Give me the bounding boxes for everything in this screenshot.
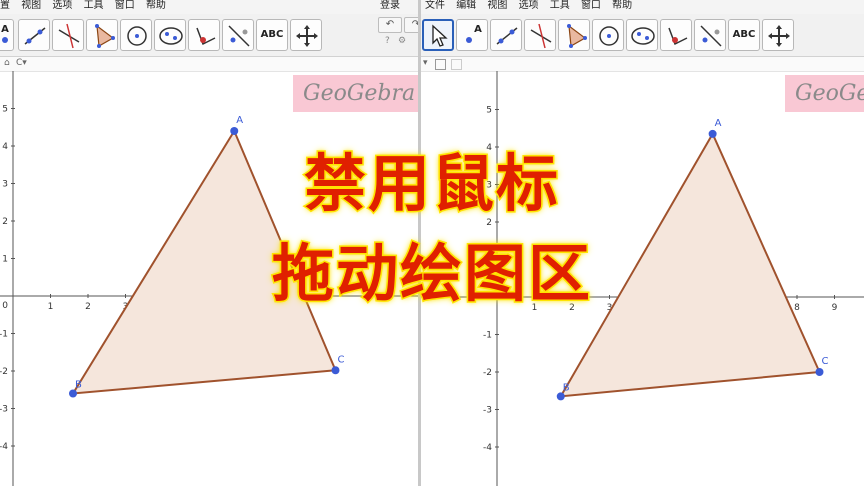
vertex-point [230,127,239,135]
right-brand-label: GeoGebra [785,75,864,112]
tool-point[interactable]: A [456,19,488,51]
circle-icon [599,26,619,46]
menu-item-options[interactable]: 选项 [519,0,539,12]
vertex-point [708,129,717,138]
tool-line[interactable] [18,19,50,51]
tool-polygon[interactable] [86,19,118,51]
reflect-icon [228,25,250,47]
select-arrow-icon [432,24,448,47]
left-style-bar: ⌂ C▾ [0,57,418,72]
left-brand-label: GeoGebra [293,75,418,112]
menu-item-options[interactable]: 选项 [52,0,72,12]
text-icon: ABC [732,29,756,40]
left-toolbar: A ABC ↶ ↷ ? ⚙ [0,14,418,57]
checkbox-icon[interactable] [435,59,446,70]
tool-select[interactable] [422,19,454,51]
vertex-label: B [75,380,82,391]
tool-reflect[interactable] [222,19,254,51]
login-link[interactable]: 登录 [380,0,400,12]
dropdown-icon[interactable]: ▾ [423,58,428,68]
y-tick-label: -2 [0,367,8,377]
y-tick-label: -1 [0,330,8,340]
perpendicular-icon [58,23,80,49]
line-icon [496,27,518,45]
tool-line[interactable] [490,19,522,51]
move-graphics-icon [768,25,790,47]
move-graphics-icon [296,25,318,47]
vertex-point [815,368,824,376]
menu-item-window[interactable]: 窗口 [581,0,601,12]
right-toolbar: A ABC [421,14,864,57]
vertex-label: A [236,115,243,126]
menu-item-settings[interactable]: 置 [0,0,10,12]
tool-text[interactable]: ABC [728,19,760,51]
grid-icon[interactable] [451,59,462,70]
menu-item-tools[interactable]: 工具 [84,0,104,12]
view-menu-icon[interactable]: C▾ [16,58,27,68]
reflect-icon [700,25,722,47]
ellipse-icon [631,27,655,45]
tool-ellipse[interactable] [154,19,186,51]
text-icon: ABC [260,29,284,40]
vertex-point [69,389,77,398]
perpendicular-icon [530,23,552,49]
y-tick-label: -3 [483,406,492,416]
tool-point[interactable]: A [0,19,14,51]
help-icon[interactable]: ? [385,36,390,46]
menu-item-view[interactable]: 视图 [487,0,507,12]
y-tick-label: -2 [483,368,492,378]
angle-icon [196,27,216,46]
right-menubar: 文件 编辑 视图 选项 工具 窗口 帮助 [421,0,864,14]
y-tick-label: -1 [483,331,492,341]
polygon-icon [567,24,587,48]
menu-item-window[interactable]: 窗口 [115,0,135,12]
overlay-caption-line-2: 拖动绘图区 [270,236,592,311]
tool-angle[interactable] [188,19,220,51]
overlay-caption-line-1: 禁用鼠标 [302,146,560,221]
tool-perpendicular[interactable] [524,19,556,51]
menu-item-help[interactable]: 帮助 [146,0,166,12]
tool-reflect[interactable] [694,19,726,51]
right-style-bar: ▾ [421,57,864,72]
y-tick-label: 5 [2,105,8,115]
vertex-label: A [715,118,722,129]
line-icon [24,27,46,45]
menu-item-file[interactable]: 文件 [425,0,445,12]
redo-button[interactable]: ↷ [404,17,418,33]
y-tick-label: -4 [483,443,492,453]
undo-button[interactable]: ↶ [378,17,402,33]
vertex-label: C [338,354,345,365]
tool-angle[interactable] [660,19,692,51]
vertex-label: B [563,382,570,393]
menu-item-tools[interactable]: 工具 [550,0,570,12]
polygon-icon [95,24,115,48]
left-menubar: 置 视图 选项 工具 窗口 帮助 登录 [0,0,418,14]
ellipse-icon [159,27,183,45]
circle-icon [127,26,147,46]
tool-ellipse[interactable] [626,19,658,51]
y-tick-label: -3 [0,405,8,415]
menu-item-edit[interactable]: 编辑 [456,0,476,12]
menu-item-view[interactable]: 视图 [21,0,41,12]
tool-move-graphics[interactable] [290,19,322,51]
vertex-point [556,392,565,401]
vertex-label: C [822,356,829,367]
tool-text[interactable]: ABC [256,19,288,51]
y-tick-label: -4 [0,442,8,452]
tool-circle[interactable] [592,19,624,51]
tool-circle[interactable] [120,19,152,51]
angle-icon [668,27,688,46]
tool-polygon[interactable] [558,19,590,51]
vertex-point [331,366,340,375]
home-icon[interactable]: ⌂ [4,58,10,68]
tool-perpendicular[interactable] [52,19,84,51]
y-tick-label: 5 [486,106,492,116]
tool-move-graphics[interactable] [762,19,794,51]
gear-icon[interactable]: ⚙ [398,36,406,46]
menu-item-help[interactable]: 帮助 [612,0,632,12]
